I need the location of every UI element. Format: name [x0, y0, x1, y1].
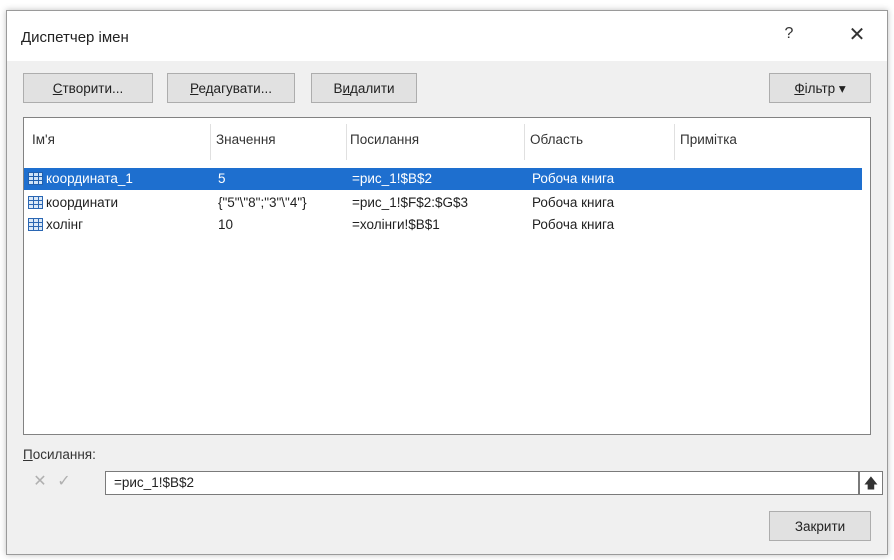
collapse-dialog-icon[interactable]: 🡅: [859, 471, 883, 495]
row-scope: Робоча книга: [532, 217, 615, 232]
refers-to-label: Посилання:: [23, 447, 96, 462]
row-value: {"5"\"8";"3"\"4"}: [218, 195, 307, 210]
row-refers-to: =холінги!$B$1: [352, 217, 440, 232]
dialog-title: Диспетчер імен: [21, 29, 129, 46]
name-row[interactable]: координата_1 5 =рис_1!$B$2 Робоча книга: [24, 168, 862, 190]
name-row[interactable]: координати {"5"\"8";"3"\"4"} =рис_1!$F$2…: [24, 192, 862, 214]
name-row[interactable]: холінг 10 =холінги!$B$1 Робоча книга: [24, 214, 862, 236]
delete-button[interactable]: Видалити: [311, 73, 417, 103]
names-list[interactable]: Ім'я Значення Посилання Область Примітка…: [23, 117, 871, 435]
row-value: 10: [218, 217, 234, 232]
table-icon: [28, 196, 43, 209]
confirm-edit-icon[interactable]: ✓: [53, 471, 75, 493]
help-button[interactable]: ?: [779, 25, 799, 43]
column-divider[interactable]: [524, 124, 525, 160]
row-name: координата_1: [46, 171, 133, 186]
table-icon: [28, 218, 43, 231]
close-button[interactable]: Закрити: [769, 511, 871, 541]
column-header-value[interactable]: Значення: [216, 132, 276, 147]
row-scope: Робоча книга: [532, 171, 615, 186]
column-divider[interactable]: [674, 124, 675, 160]
column-header-scope[interactable]: Область: [530, 132, 583, 147]
column-header-refers[interactable]: Посилання: [350, 132, 419, 147]
column-divider[interactable]: [346, 124, 347, 160]
row-name: холінг: [46, 217, 84, 232]
column-header-name[interactable]: Ім'я: [32, 132, 55, 147]
refers-to-input[interactable]: =рис_1!$B$2: [105, 471, 859, 495]
filter-button[interactable]: Фільтр ▾: [769, 73, 871, 103]
column-header-comment[interactable]: Примітка: [680, 132, 737, 147]
close-icon[interactable]: ✕: [845, 22, 869, 47]
column-divider[interactable]: [210, 124, 211, 160]
row-refers-to: =рис_1!$F$2:$G$3: [352, 195, 468, 210]
edit-button[interactable]: Редагувати...: [167, 73, 295, 103]
row-value: 5: [218, 171, 226, 186]
cancel-edit-icon[interactable]: ✕: [29, 471, 51, 493]
row-refers-to: =рис_1!$B$2: [352, 171, 432, 186]
create-button[interactable]: Створити...: [23, 73, 153, 103]
name-manager-dialog: Диспетчер імен ? ✕ Створити... Редагуват…: [6, 10, 888, 555]
row-name: координати: [46, 195, 119, 210]
row-scope: Робоча книга: [532, 195, 615, 210]
title-bar: Диспетчер імен ? ✕: [7, 11, 887, 61]
table-icon: [28, 172, 43, 185]
